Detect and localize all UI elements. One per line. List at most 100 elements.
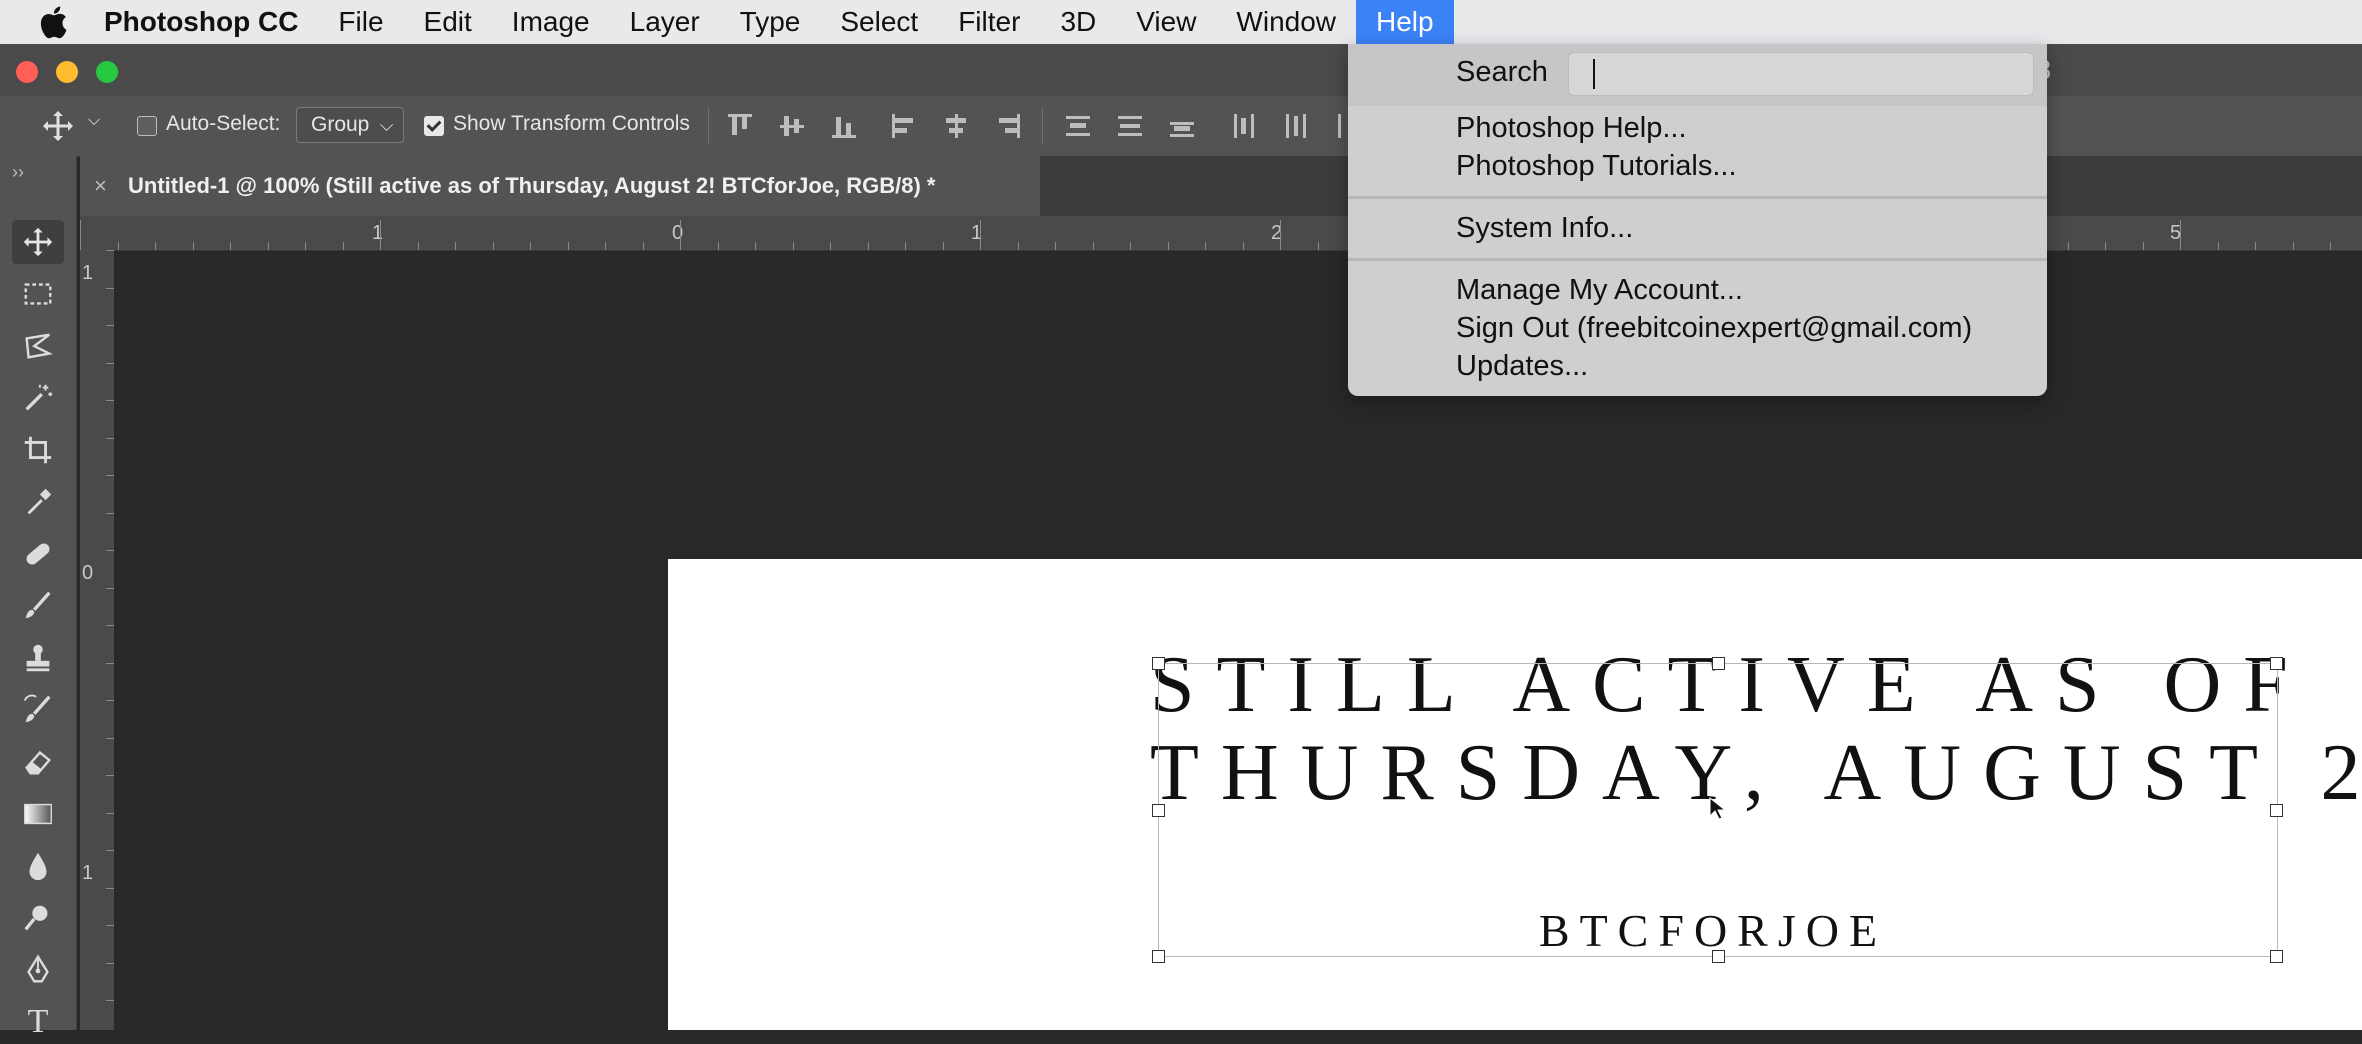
menu-filter[interactable]: Filter — [938, 0, 1040, 44]
close-window-button[interactable] — [16, 61, 38, 83]
pen-tool-icon[interactable] — [12, 948, 64, 992]
auto-select-mode-value: Group — [311, 113, 370, 136]
ruler-tick — [106, 325, 114, 326]
ruler-tick — [2217, 242, 2219, 250]
ruler-tick — [2142, 242, 2144, 250]
type-tool-icon[interactable]: T — [12, 1000, 64, 1044]
transform-handle-top-right[interactable] — [2270, 657, 2283, 670]
ruler-tick — [1130, 242, 1131, 250]
ruler-label: 0 — [82, 562, 94, 584]
align-bottom-icon[interactable] — [830, 112, 858, 140]
ruler-tick — [1205, 242, 1206, 250]
show-transform-label: Show Transform Controls — [453, 112, 690, 135]
ruler-tick — [1317, 242, 1319, 250]
ruler-tick — [2255, 242, 2256, 250]
menu-layer[interactable]: Layer — [610, 0, 720, 44]
ruler-tick — [2292, 242, 2294, 250]
help-menu-dropdown: Search Photoshop Help... Photoshop Tutor… — [1348, 44, 2047, 396]
menu-item-manage-account[interactable]: Manage My Account... — [1456, 274, 1743, 307]
transform-handle-top-left[interactable] — [1152, 657, 1165, 670]
move-tool-preset-icon[interactable] — [40, 108, 76, 150]
ruler-tick — [755, 242, 756, 250]
gradient-tool-icon[interactable] — [12, 792, 64, 836]
auto-select-checkbox[interactable] — [137, 116, 157, 136]
auto-select-mode-dropdown[interactable]: Group ⌵ — [296, 107, 405, 143]
menu-bar: Photoshop CC File Edit Image Layer Type … — [0, 0, 2362, 44]
align-horizontal-center-icon[interactable] — [942, 112, 970, 140]
ruler-tick — [2105, 242, 2106, 250]
menu-file[interactable]: File — [318, 0, 403, 44]
brush-tool-icon[interactable] — [12, 584, 64, 628]
document-tab[interactable]: × Untitled-1 @ 100% (Still active as of … — [80, 156, 1040, 216]
crop-tool-icon[interactable] — [12, 428, 64, 472]
menu-image[interactable]: Image — [492, 0, 610, 44]
close-tab-icon[interactable]: × — [94, 156, 107, 216]
menu-3d[interactable]: 3D — [1040, 0, 1116, 44]
menu-select[interactable]: Select — [820, 0, 938, 44]
apple-icon[interactable] — [38, 5, 90, 39]
collapse-panel-icon[interactable]: ›› — [12, 162, 24, 183]
transform-handle-bottom-left[interactable] — [1152, 950, 1165, 963]
ruler-tick — [106, 625, 114, 626]
transform-handle-middle-left[interactable] — [1152, 804, 1165, 817]
menu-type[interactable]: Type — [720, 0, 821, 44]
help-search-row: Search — [1348, 44, 2047, 106]
vertical-ruler[interactable]: 1 0 1 — [80, 250, 115, 1030]
lasso-tool-icon[interactable] — [12, 324, 64, 368]
distribute-bottom-icon[interactable] — [1168, 112, 1196, 140]
menu-edit[interactable]: Edit — [404, 0, 492, 44]
eraser-tool-icon[interactable] — [12, 740, 64, 784]
transform-handle-bottom-center[interactable] — [1712, 950, 1725, 963]
eyedropper-tool-icon[interactable] — [12, 480, 64, 524]
magic-wand-tool-icon[interactable] — [12, 376, 64, 420]
distribute-left-icon[interactable] — [1230, 112, 1258, 140]
menu-item-photoshop-help[interactable]: Photoshop Help... — [1456, 112, 1687, 145]
distribute-vertical-center-icon[interactable] — [1116, 112, 1144, 140]
move-tool-icon[interactable] — [12, 220, 64, 264]
menu-item-sign-out[interactable]: Sign Out (freebitcoinexpert@gmail.com) — [1456, 312, 1972, 345]
ruler-tick — [342, 242, 344, 250]
menu-help[interactable]: Help — [1356, 0, 1454, 44]
clone-stamp-tool-icon[interactable] — [12, 636, 64, 680]
ruler-tick — [2330, 242, 2331, 250]
menu-item-system-info[interactable]: System Info... — [1456, 212, 1633, 245]
ruler-tick — [106, 437, 114, 439]
distribute-top-icon[interactable] — [1064, 112, 1092, 140]
ruler-tick — [106, 662, 114, 664]
help-search-input[interactable] — [1568, 52, 2034, 96]
ruler-tick — [106, 812, 114, 814]
menu-item-photoshop-tutorials[interactable]: Photoshop Tutorials... — [1456, 150, 1737, 183]
blur-tool-icon[interactable] — [12, 844, 64, 888]
ruler-tick — [1280, 220, 1281, 250]
align-left-icon[interactable] — [890, 112, 918, 140]
menu-window[interactable]: Window — [1216, 0, 1356, 44]
ruler-tick — [455, 242, 456, 250]
align-top-icon[interactable] — [726, 112, 754, 140]
ruler-tick — [106, 1000, 114, 1001]
transform-handle-middle-right[interactable] — [2270, 804, 2283, 817]
transform-handle-bottom-right[interactable] — [2270, 950, 2283, 963]
dodge-tool-icon[interactable] — [12, 896, 64, 940]
align-right-icon[interactable] — [994, 112, 1022, 140]
minimize-window-button[interactable] — [56, 61, 78, 83]
show-transform-checkbox[interactable] — [424, 116, 444, 136]
distribute-horizontal-center-icon[interactable] — [1282, 112, 1310, 140]
ruler-tick — [2067, 242, 2069, 250]
ruler-tick — [117, 242, 119, 250]
ruler-tick — [106, 250, 114, 251]
align-vertical-center-icon[interactable] — [778, 112, 806, 140]
app-name[interactable]: Photoshop CC — [90, 0, 318, 44]
zoom-window-button[interactable] — [96, 61, 118, 83]
chevron-down-icon[interactable]: ⌵ — [88, 112, 100, 130]
menu-view[interactable]: View — [1116, 0, 1216, 44]
distribute-right-icon[interactable] — [1334, 112, 1348, 140]
ruler-tick — [267, 242, 269, 250]
history-brush-tool-icon[interactable] — [12, 688, 64, 732]
rectangular-marquee-tool-icon[interactable] — [12, 272, 64, 316]
transform-handle-top-center[interactable] — [1712, 657, 1725, 670]
ruler-tick — [1167, 242, 1169, 250]
ruler-tick — [642, 242, 644, 250]
menu-item-updates[interactable]: Updates... — [1456, 350, 1588, 383]
ruler-tick — [106, 550, 114, 551]
healing-brush-tool-icon[interactable] — [12, 532, 64, 576]
